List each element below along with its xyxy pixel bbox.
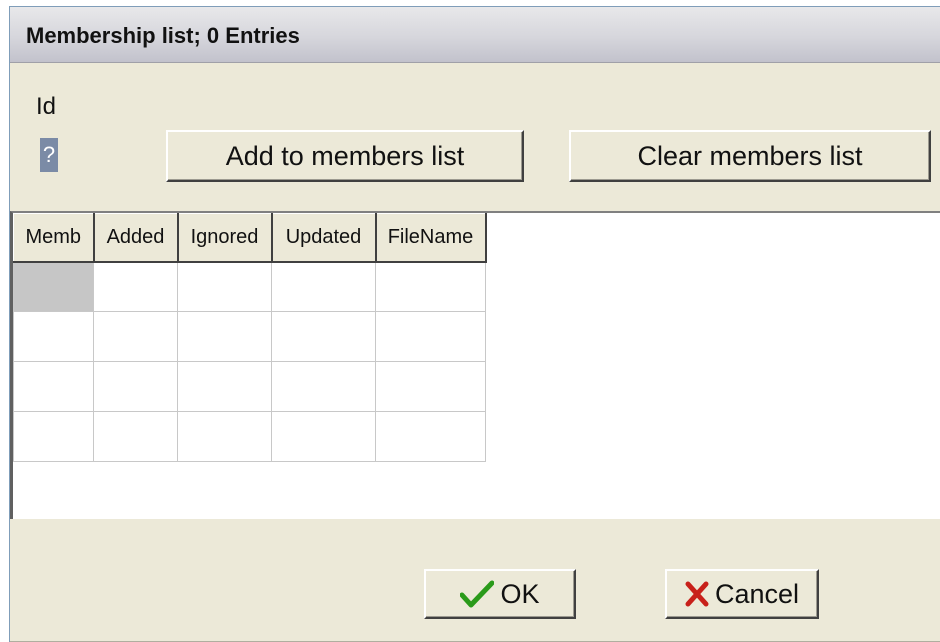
table-row [13, 261, 486, 312]
column-header-added[interactable]: Added [93, 213, 179, 263]
grid-cell[interactable] [375, 311, 486, 362]
grid-cell[interactable] [271, 311, 376, 362]
ok-button[interactable]: OK [424, 569, 576, 619]
grid-cell[interactable] [13, 311, 94, 362]
membership-dialog: Membership list; 0 Entries Id ? Add to m… [9, 6, 940, 642]
cancel-label: Cancel [714, 578, 800, 609]
table-row [13, 361, 486, 412]
x-icon [685, 581, 709, 607]
grid-cell[interactable] [375, 261, 486, 312]
clear-members-button[interactable]: Clear members list [569, 130, 931, 182]
cancel-button[interactable]: Cancel [665, 569, 819, 619]
column-header-ignored[interactable]: Ignored [177, 213, 273, 263]
table-row [13, 411, 486, 462]
column-header-memb[interactable]: Memb [13, 213, 95, 263]
grid-cell[interactable] [375, 361, 486, 412]
grid-cell[interactable] [177, 361, 272, 412]
ok-label: OK [500, 578, 540, 609]
grid-cell[interactable] [93, 411, 178, 462]
grid-cell[interactable] [93, 311, 178, 362]
grid-cell[interactable] [13, 411, 94, 462]
id-field[interactable]: ? [36, 132, 142, 307]
add-to-members-button[interactable]: Add to members list [166, 130, 524, 182]
grid-cell[interactable] [271, 411, 376, 462]
grid-cell[interactable] [271, 361, 376, 412]
grid-cell[interactable] [177, 261, 272, 312]
grid-cell[interactable] [93, 361, 178, 412]
window-title: Membership list; 0 Entries [26, 23, 300, 48]
grid-cell[interactable] [93, 261, 178, 312]
grid-cell[interactable] [177, 411, 272, 462]
members-grid: Memb Added Ignored Updated FileName [13, 213, 487, 462]
column-header-updated[interactable]: Updated [271, 213, 377, 263]
grid-cell[interactable] [271, 261, 376, 312]
grid-cell[interactable] [13, 261, 94, 312]
title-bar[interactable]: Membership list; 0 Entries [10, 7, 940, 63]
grid-cell[interactable] [375, 411, 486, 462]
grid-cell[interactable] [13, 361, 94, 412]
id-input-value: ? [40, 138, 58, 172]
column-header-filename[interactable]: FileName [375, 213, 487, 263]
members-grid-area[interactable]: Memb Added Ignored Updated FileName [10, 211, 940, 519]
grid-header-row: Memb Added Ignored Updated FileName [13, 213, 487, 263]
checkmark-icon [460, 580, 495, 608]
grid-cell[interactable] [177, 311, 272, 362]
table-row [13, 311, 486, 362]
id-label: Id [36, 93, 57, 120]
